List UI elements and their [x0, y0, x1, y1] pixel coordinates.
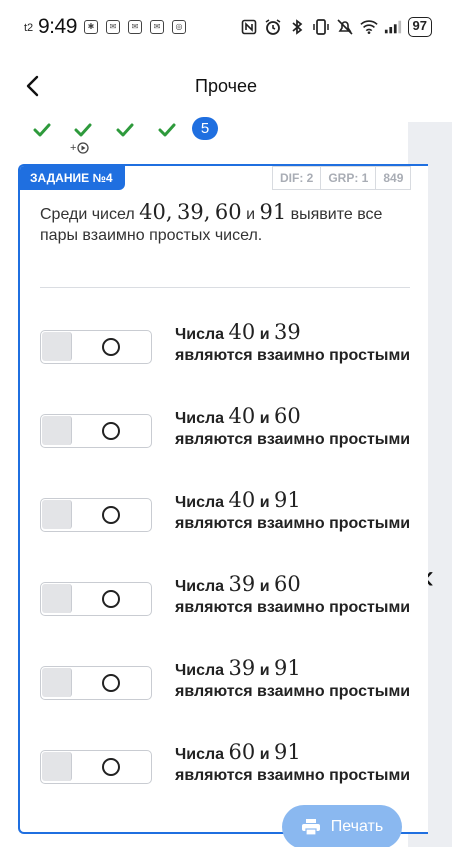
nfc-icon — [240, 18, 258, 36]
option-label: Числа 39 и 91 являются взаимно простыми — [175, 656, 411, 701]
task-tags: DIF: 2 GRP: 1 849 — [272, 166, 412, 190]
circle-icon — [102, 758, 120, 776]
task-card: ЗАДАНИЕ №4 DIF: 2 GRP: 1 849 Среди чисел… — [18, 164, 428, 834]
print-label: Печать — [330, 818, 384, 835]
question-text: Среди чисел 40, 39, 60 и 91 выявите все … — [40, 200, 383, 245]
circle-icon — [102, 674, 120, 692]
option-label: Числа 39 и 60 являются взаимно простыми — [175, 572, 411, 617]
answer-option: Числа 40 и 60 являются взаимно простыми — [40, 406, 410, 490]
answer-option: Числа 40 и 91 являются взаимно простыми — [40, 490, 410, 574]
wifi-icon — [359, 18, 378, 36]
answer-toggle[interactable] — [40, 414, 152, 448]
toggle-knob — [42, 752, 72, 781]
play-circle-icon — [77, 142, 90, 154]
signal-icon — [384, 18, 402, 36]
app-notification-icon: ◎ — [172, 20, 186, 34]
bluetooth-icon — [288, 18, 306, 36]
printer-icon — [301, 819, 320, 836]
battery-indicator: 97 — [407, 17, 432, 37]
answer-option: Числа 39 и 60 являются взаимно простыми — [40, 574, 410, 658]
app-notification-icon: ✉ — [150, 20, 164, 34]
task-number-badge: ЗАДАНИЕ №4 — [20, 166, 125, 190]
clock: 9:49 — [38, 15, 77, 38]
toggle-knob — [42, 584, 72, 613]
option-label: Числа 40 и 60 являются взаимно простыми — [175, 404, 411, 449]
answer-toggle[interactable] — [40, 330, 152, 364]
app-notification-icon: ✉ — [106, 20, 120, 34]
option-label: Числа 40 и 91 являются взаимно простыми — [175, 488, 411, 533]
group-tag: GRP: 1 — [320, 166, 377, 190]
task-id-tag: 849 — [375, 166, 412, 190]
notification-icons: ✱ ✉ ✉ ✉ ◎ — [84, 20, 186, 34]
toggle-knob — [42, 500, 72, 529]
app-notification-icon: ✱ — [84, 20, 98, 34]
answer-toggle[interactable] — [40, 666, 152, 700]
toggle-knob — [42, 416, 72, 445]
option-label: Числа 40 и 39 являются взаимно простыми — [175, 320, 411, 365]
completed-check-icon[interactable] — [73, 120, 93, 140]
plus-label: + — [70, 142, 77, 154]
print-button[interactable]: Печать — [282, 805, 402, 847]
circle-icon — [102, 590, 120, 608]
answer-option: Числа 40 и 39 являются взаимно простыми — [40, 322, 410, 406]
current-task-indicator[interactable]: 5 — [192, 117, 218, 140]
option-label: Числа 60 и 91 являются взаимно простыми — [175, 740, 411, 785]
answer-option: Числа 39 и 91 являются взаимно простыми — [40, 658, 410, 742]
answer-toggle[interactable] — [40, 750, 152, 784]
completed-check-icon[interactable] — [115, 120, 135, 140]
vibrate-icon — [312, 18, 330, 36]
answer-toggle[interactable] — [40, 582, 152, 616]
circle-icon — [102, 506, 120, 524]
status-bar: t2 9:49 ✱ ✉ ✉ ✉ ◎ 97 — [0, 0, 452, 58]
app-notification-icon: ✉ — [128, 20, 142, 34]
toggle-knob — [42, 668, 72, 697]
alarm-icon — [264, 18, 282, 36]
difficulty-tag: DIF: 2 — [272, 166, 322, 190]
video-hint: + — [70, 142, 90, 154]
page-title: Прочее — [195, 76, 257, 96]
carrier-label: t2 — [24, 22, 34, 34]
completed-check-icon[interactable] — [157, 120, 177, 140]
app-header: Прочее — [0, 58, 452, 114]
mute-icon — [336, 18, 354, 36]
circle-icon — [102, 338, 120, 356]
answer-toggle[interactable] — [40, 498, 152, 532]
circle-icon — [102, 422, 120, 440]
task-progress: + 5 — [0, 116, 408, 160]
divider — [40, 287, 410, 288]
toggle-knob — [42, 332, 72, 361]
completed-check-icon[interactable] — [32, 120, 52, 140]
